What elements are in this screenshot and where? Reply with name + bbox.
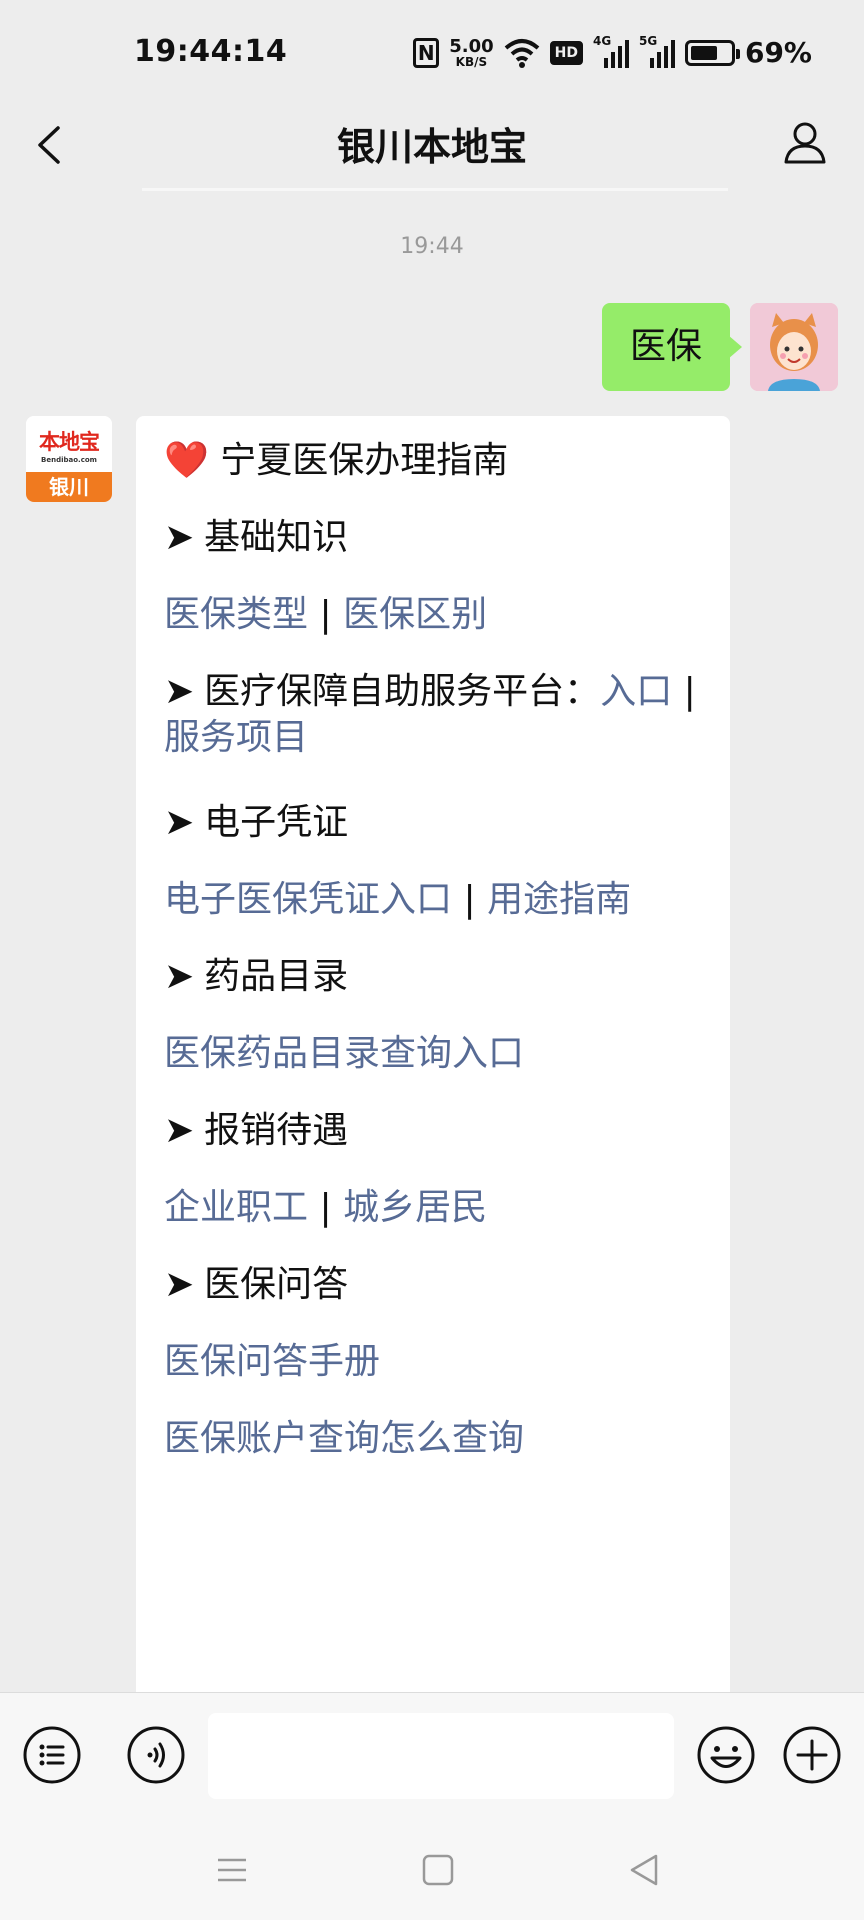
arrow-icon: ➤ <box>164 517 195 558</box>
status-bar: 19:44:14 N 5.00 KB/S HD 4G 5G 69% <box>0 0 864 100</box>
section-title: 医疗保障自助服务平台： <box>204 671 601 712</box>
signal-4g-icon: 4G <box>593 34 629 68</box>
bot-avatar[interactable]: 本地宝 Bendibao.com 银川 <box>26 416 112 502</box>
links-reimburse: 企业职工 | 城乡居民 <box>164 1185 706 1231</box>
back-triangle-icon[interactable] <box>624 1850 664 1890</box>
status-icons: N 5.00 KB/S HD 4G 5G 69% <box>413 34 812 69</box>
link-platform-entry[interactable]: 入口 <box>600 671 672 712</box>
clock: 19:44:14 <box>134 34 288 69</box>
bot-message-bubble: ❤️ 宁夏医保办理指南 ➤ 基础知识 医保类型 | 医保区别 ➤ 医疗保障自助服务平… <box>136 416 730 1706</box>
section-heading-qa: ➤ 医保问答 <box>164 1262 706 1308</box>
section-heading-basic: ➤ 基础知识 <box>164 515 706 561</box>
nfc-icon: N <box>413 37 440 68</box>
link-qa-manual[interactable]: 医保问答手册 <box>164 1341 380 1382</box>
section-heading-reimburse: ➤ 报销待遇 <box>164 1108 706 1154</box>
separator: | <box>683 671 696 712</box>
section-title: 药品目录 <box>204 956 349 997</box>
heart-icon: ❤️ <box>164 440 209 481</box>
nav-bar: 银川本地宝 <box>0 100 864 190</box>
battery-percent: 69% <box>744 36 812 69</box>
wifi-icon <box>504 38 539 68</box>
input-bar <box>0 1692 864 1818</box>
arrow-icon: ➤ <box>164 671 195 712</box>
network-speed-value: 5.00 <box>449 35 494 57</box>
separator: | <box>319 1187 332 1228</box>
message-title-line: ❤️ 宁夏医保办理指南 <box>164 438 706 484</box>
chat-title: 银川本地宝 <box>336 125 527 169</box>
link-usage-guide[interactable]: 用途指南 <box>487 879 631 920</box>
link-insurance-type[interactable]: 医保类型 <box>164 594 308 635</box>
avatar-url-text: Bendibao.com <box>41 456 97 464</box>
arrow-icon: ➤ <box>164 802 195 843</box>
section-heading-platform: ➤ 医疗保障自助服务平台：入口 | 服务项目 <box>164 669 706 761</box>
message-input[interactable] <box>208 1713 674 1799</box>
signal-5g-icon: 5G <box>639 34 675 68</box>
network-speed-unit: KB/S <box>455 54 488 69</box>
message-timestamp: 19:44 <box>400 234 464 259</box>
system-nav-bar <box>0 1818 864 1920</box>
links-ecert: 电子医保凭证入口 | 用途指南 <box>164 877 706 923</box>
separator: | <box>463 879 476 920</box>
user-avatar[interactable] <box>750 303 838 391</box>
avatar-brand-text: 本地宝 <box>39 430 100 454</box>
links-account: 医保账户查询怎么查询 <box>164 1416 706 1462</box>
section-title: 电子凭证 <box>204 802 349 843</box>
links-qa: 医保问答手册 <box>164 1339 706 1385</box>
separator: | <box>319 594 332 635</box>
link-account-query[interactable]: 医保账户查询怎么查询 <box>164 1418 524 1459</box>
plus-icon[interactable] <box>782 1725 842 1785</box>
arrow-icon: ➤ <box>164 1264 195 1305</box>
link-ecert-entry[interactable]: 电子医保凭证入口 <box>164 879 452 920</box>
section-title: 医保问答 <box>204 1264 349 1305</box>
link-service-items[interactable]: 服务项目 <box>164 717 308 758</box>
arrow-icon: ➤ <box>164 956 195 997</box>
links-basic: 医保类型 | 医保区别 <box>164 592 706 638</box>
message-title: 宁夏医保办理指南 <box>220 440 509 481</box>
link-resident[interactable]: 城乡居民 <box>343 1187 487 1228</box>
avatar-city-text: 银川 <box>26 472 112 502</box>
section-heading-ecert: ➤ 电子凭证 <box>164 800 706 846</box>
links-drugs: 医保药品目录查询入口 <box>164 1031 706 1077</box>
voice-icon[interactable] <box>126 1725 186 1785</box>
section-title: 基础知识 <box>204 517 349 558</box>
battery-icon <box>684 39 740 66</box>
network-speed: 5.00 KB/S <box>449 35 494 69</box>
nav-divider <box>142 188 728 191</box>
arrow-icon: ➤ <box>164 1110 195 1151</box>
user-message-bubble[interactable]: 医保 <box>601 303 743 391</box>
section-heading-drugs: ➤ 药品目录 <box>164 954 706 1000</box>
link-drug-query[interactable]: 医保药品目录查询入口 <box>164 1033 524 1074</box>
list-icon[interactable] <box>22 1725 82 1785</box>
profile-icon[interactable] <box>780 118 830 168</box>
menu-icon[interactable] <box>212 1850 252 1890</box>
link-insurance-difference[interactable]: 医保区别 <box>343 594 487 635</box>
emoji-icon[interactable] <box>696 1725 756 1785</box>
home-icon[interactable] <box>418 1850 458 1890</box>
link-employee[interactable]: 企业职工 <box>164 1187 308 1228</box>
section-title: 报销待遇 <box>204 1110 349 1151</box>
hd-badge: HD <box>549 40 583 65</box>
